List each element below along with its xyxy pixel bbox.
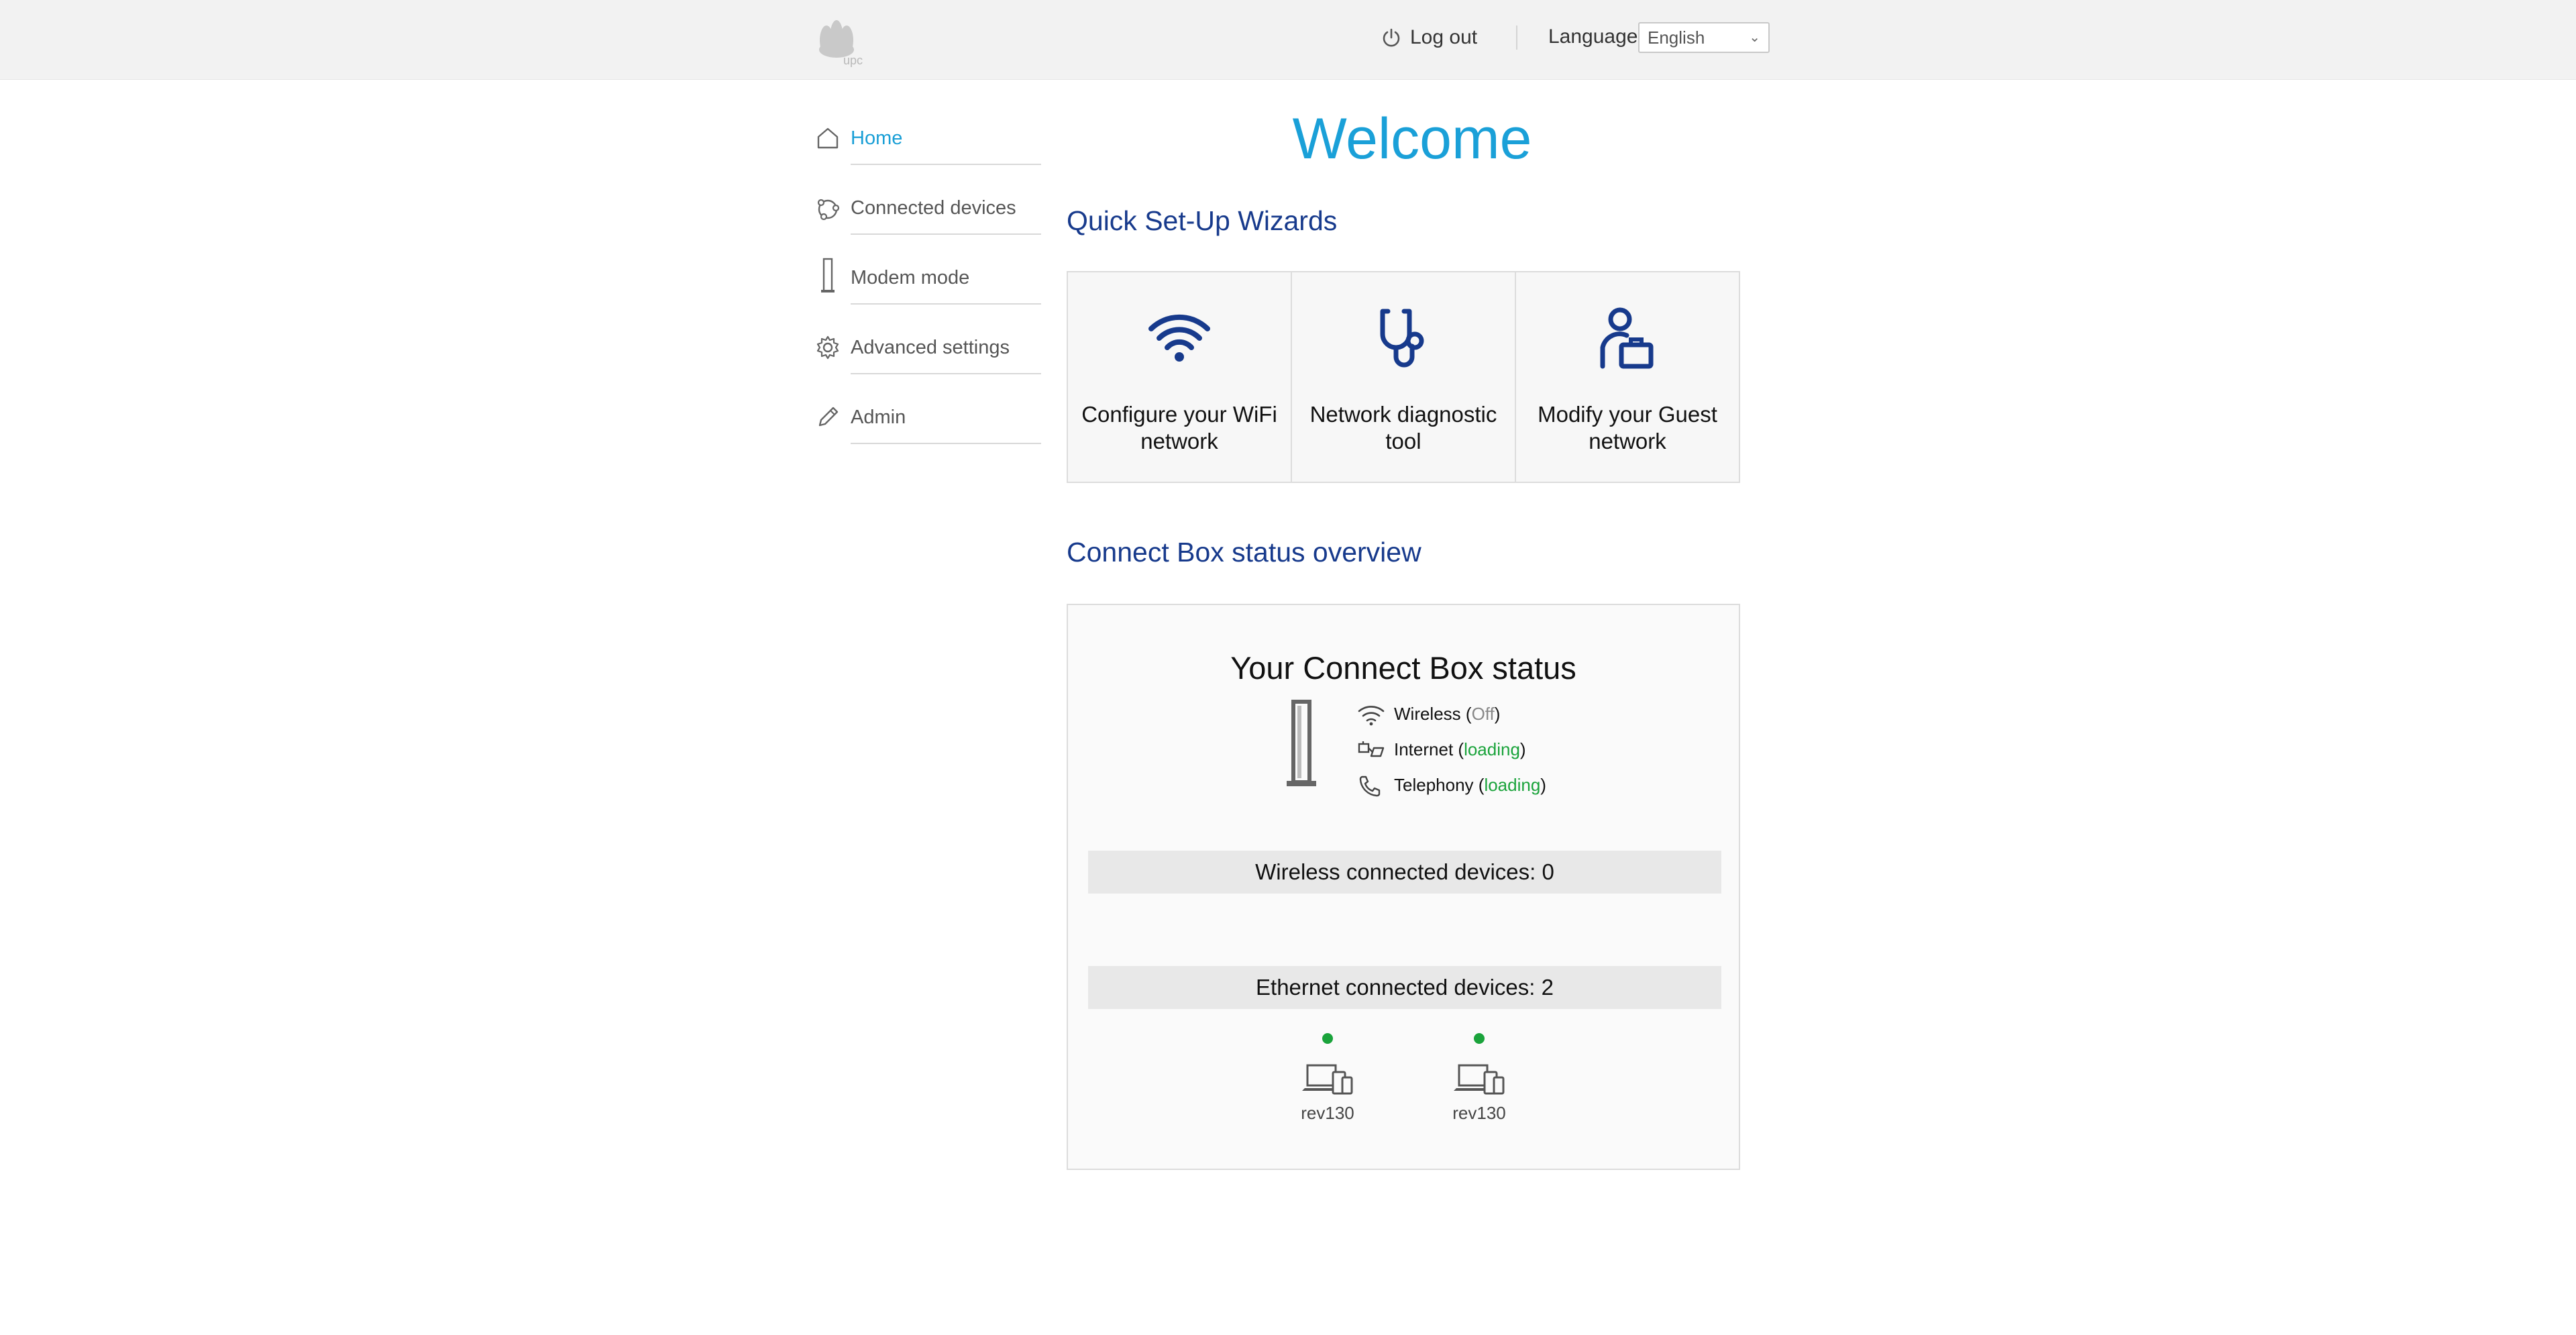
sidebar-item-label: Modem mode	[851, 267, 970, 288]
device-icon	[1302, 1064, 1353, 1095]
modem-icon	[1287, 700, 1316, 786]
ethernet-devices-bar: Ethernet connected devices: 2	[1088, 966, 1721, 1009]
pencil-icon	[818, 407, 839, 427]
status-title: Your Connect Box status	[1230, 650, 1576, 686]
status-list: Wireless (Off) Internet (loading) Teleph…	[1356, 696, 1546, 803]
ethernet-device[interactable]: rev130	[1436, 1033, 1523, 1124]
status-state: loading	[1484, 775, 1541, 795]
wizard-modify-guest-network[interactable]: Modify your Guest network	[1515, 271, 1740, 483]
wifi-icon	[1358, 705, 1385, 725]
modem-icon	[821, 258, 835, 292]
sidebar-item-modem-mode[interactable]: Modem mode	[812, 254, 1041, 323]
status-row-wireless: Wireless (Off)	[1356, 696, 1546, 732]
wizards-section-title: Quick Set-Up Wizards	[1067, 205, 1338, 236]
status-name: Telephony	[1394, 775, 1474, 795]
wizard-network-diagnostic[interactable]: Network diagnostic tool	[1291, 271, 1516, 483]
wizards-grid: Configure your WiFi network Network diag…	[1067, 271, 1740, 483]
sidebar-item-label: Home	[851, 127, 903, 149]
wizard-configure-wifi[interactable]: Configure your WiFi network	[1067, 271, 1292, 483]
sidebar: Home Connected devices Modem mode Advanc…	[812, 114, 1041, 463]
device-icon	[1454, 1064, 1505, 1095]
wizard-label: Network diagnostic tool	[1309, 402, 1497, 453]
status-row-internet: Internet (loading)	[1356, 732, 1546, 767]
logout-button[interactable]: Log out	[1382, 23, 1477, 52]
logo-text: upc	[843, 54, 863, 67]
language-label: Language	[1548, 25, 1638, 48]
overview-section-title: Connect Box status overview	[1067, 537, 1421, 568]
stethoscope-icon	[1380, 309, 1424, 368]
ethernet-device[interactable]: rev130	[1284, 1033, 1371, 1124]
sidebar-item-label: Admin	[851, 407, 906, 428]
devices-icon	[817, 199, 840, 221]
sidebar-item-admin[interactable]: Admin	[812, 393, 1041, 463]
status-row-telephony: Telephony (loading)	[1356, 767, 1546, 803]
guest-icon	[1600, 307, 1654, 369]
sidebar-item-connected-devices[interactable]: Connected devices	[812, 184, 1041, 254]
sidebar-item-home[interactable]: Home	[812, 114, 1041, 184]
internet-icon	[1358, 741, 1385, 757]
gear-icon	[816, 335, 839, 360]
phone-icon	[1359, 776, 1381, 796]
status-state: Off	[1471, 704, 1495, 724]
status-name: Wireless	[1394, 704, 1461, 724]
divider	[851, 233, 1041, 235]
language-value: English	[1648, 28, 1705, 48]
logout-label: Log out	[1410, 26, 1478, 48]
power-icon	[1383, 28, 1400, 47]
page-title: Welcome	[1292, 107, 1532, 171]
divider	[851, 443, 1041, 444]
wizard-label: Configure your WiFi network	[1081, 402, 1277, 453]
divider	[851, 303, 1041, 305]
chevron-down-icon: ⌄	[1749, 30, 1760, 45]
sidebar-item-advanced-settings[interactable]: Advanced settings	[812, 323, 1041, 393]
online-indicator	[1322, 1033, 1333, 1044]
device-name: rev130	[1452, 1103, 1506, 1123]
device-name: rev130	[1301, 1103, 1354, 1123]
wifi-icon	[1148, 314, 1210, 362]
top-bar: upc Log out Language English ⌄	[0, 0, 2576, 80]
status-name: Internet	[1394, 739, 1454, 759]
status-state: loading	[1464, 739, 1520, 759]
language-select[interactable]: English ⌄	[1638, 22, 1770, 53]
online-indicator	[1474, 1033, 1485, 1044]
header-divider	[1516, 25, 1517, 50]
divider	[851, 164, 1041, 165]
wizard-label: Modify your Guest network	[1538, 402, 1717, 453]
divider	[851, 373, 1041, 374]
wireless-devices-bar: Wireless connected devices: 0	[1088, 851, 1721, 894]
sidebar-item-label: Advanced settings	[851, 337, 1010, 358]
home-icon	[817, 127, 839, 149]
status-panel: Your Connect Box status Wireless (Off) I…	[1067, 604, 1740, 1170]
sidebar-item-label: Connected devices	[851, 197, 1016, 219]
